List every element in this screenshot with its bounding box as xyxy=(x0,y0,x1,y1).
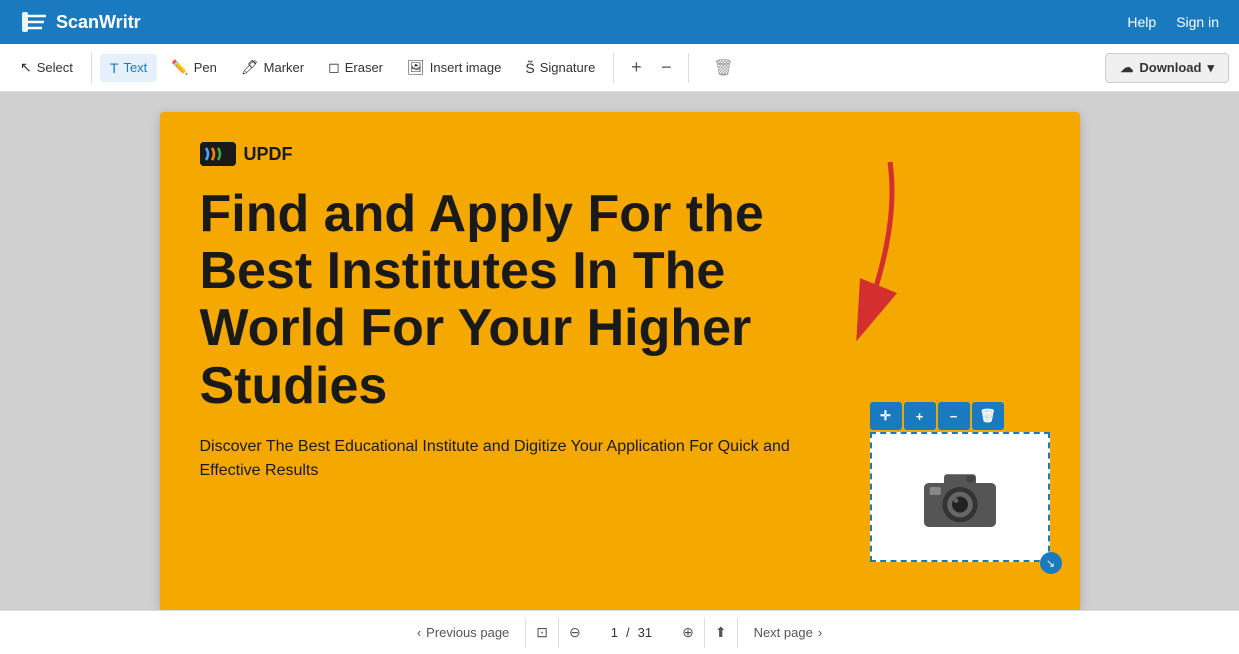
toolbar-separator-3 xyxy=(688,53,689,83)
widget-subtract-button[interactable]: − xyxy=(938,402,970,430)
zoom-in-bottom-icon: ⊕ xyxy=(682,624,694,640)
app-title: ScanWritr xyxy=(56,12,141,33)
download-icon: ☁ xyxy=(1120,60,1133,76)
trash-icon: 🗑 xyxy=(713,60,733,77)
image-icon: 🖼 xyxy=(407,59,425,76)
prev-chevron-icon: ‹ xyxy=(417,625,421,640)
main-area: UPDF Find and Apply For the Best Institu… xyxy=(0,92,1239,610)
updf-logo-svg xyxy=(200,142,236,166)
marker-icon: 🖊 xyxy=(241,59,259,76)
download-bottom-button[interactable]: ⬆ xyxy=(705,618,737,647)
toolbar-separator-1 xyxy=(91,53,92,83)
page-separator: / xyxy=(626,625,630,640)
select-icon: ↖ xyxy=(20,59,32,76)
current-page: 1 xyxy=(611,625,618,640)
page-fit-button[interactable]: ⊡ xyxy=(526,618,558,647)
marker-tool-button[interactable]: 🖊 Marker xyxy=(231,53,314,82)
image-widget: ✛ + − 🗑 xyxy=(870,402,1050,562)
download-bottom-icon: ⬆ xyxy=(715,624,727,640)
image-widget-toolbar: ✛ + − 🗑 xyxy=(870,402,1050,430)
zoom-controls: + − xyxy=(622,54,680,82)
widget-add-button[interactable]: + xyxy=(904,402,936,430)
zoom-out-bottom-icon: ⊖ xyxy=(569,624,581,640)
zoom-in-button[interactable]: + xyxy=(622,54,650,82)
image-box: ↘ xyxy=(870,432,1050,562)
eraser-tool-button[interactable]: ◻ Eraser xyxy=(318,53,393,82)
previous-page-button[interactable]: ‹ Previous page xyxy=(401,617,525,648)
text-tool-button[interactable]: T Text xyxy=(100,54,157,82)
next-chevron-icon: › xyxy=(818,625,822,640)
download-chevron-icon: ▾ xyxy=(1207,60,1214,76)
signature-tool-button[interactable]: S̃ Signature xyxy=(515,54,605,82)
toolbar: ↖ Select T Text ✏️ Pen 🖊 Marker ◻ Eraser… xyxy=(0,44,1239,92)
arrow-svg xyxy=(810,152,940,352)
sign-in-link[interactable]: Sign in xyxy=(1176,14,1219,30)
insert-image-tool-button[interactable]: 🖼 Insert image xyxy=(397,53,511,82)
top-nav: ScanWritr Help Sign in xyxy=(0,0,1239,44)
help-link[interactable]: Help xyxy=(1127,14,1156,30)
widget-delete-button[interactable]: 🗑 xyxy=(972,402,1004,430)
signature-icon: S̃ xyxy=(525,60,534,76)
doc-heading: Find and Apply For the Best Institutes I… xyxy=(200,186,820,415)
doc-logo-text: UPDF xyxy=(244,144,293,165)
updf-logo-icon xyxy=(200,142,236,166)
camera-icon xyxy=(920,462,1000,532)
next-page-button[interactable]: Next page › xyxy=(738,617,839,648)
download-button[interactable]: ☁ Download ▾ xyxy=(1105,53,1229,83)
total-pages: 31 xyxy=(638,625,652,640)
eraser-icon: ◻ xyxy=(328,59,340,76)
logo-area: ScanWritr xyxy=(20,8,141,36)
nav-links: Help Sign in xyxy=(1127,14,1219,30)
page-fit-icon: ⊡ xyxy=(536,624,548,640)
resize-handle[interactable]: ↘ xyxy=(1040,552,1062,574)
red-arrow xyxy=(810,152,940,357)
bottom-bar: ‹ Previous page ⊡ ⊖ 1 / 31 ⊕ ⬆ Next page… xyxy=(0,610,1239,654)
page-info: 1 / 31 xyxy=(591,625,672,640)
text-icon: T xyxy=(110,60,119,76)
zoom-out-bottom-button[interactable]: ⊖ xyxy=(559,618,591,647)
pen-tool-button[interactable]: ✏️ Pen xyxy=(161,53,227,82)
select-tool-button[interactable]: ↖ Select xyxy=(10,53,83,82)
doc-subtext: Discover The Best Educational Institute … xyxy=(200,435,820,483)
delete-button[interactable]: 🗑 xyxy=(705,52,741,84)
pen-icon: ✏️ xyxy=(171,59,188,76)
zoom-in-bottom-button[interactable]: ⊕ xyxy=(672,618,704,647)
toolbar-separator-2 xyxy=(613,53,614,83)
document: UPDF Find and Apply For the Best Institu… xyxy=(160,112,1080,610)
zoom-out-button[interactable]: − xyxy=(652,54,680,82)
scanwritr-logo-icon xyxy=(20,8,48,36)
widget-move-button[interactable]: ✛ xyxy=(870,402,902,430)
